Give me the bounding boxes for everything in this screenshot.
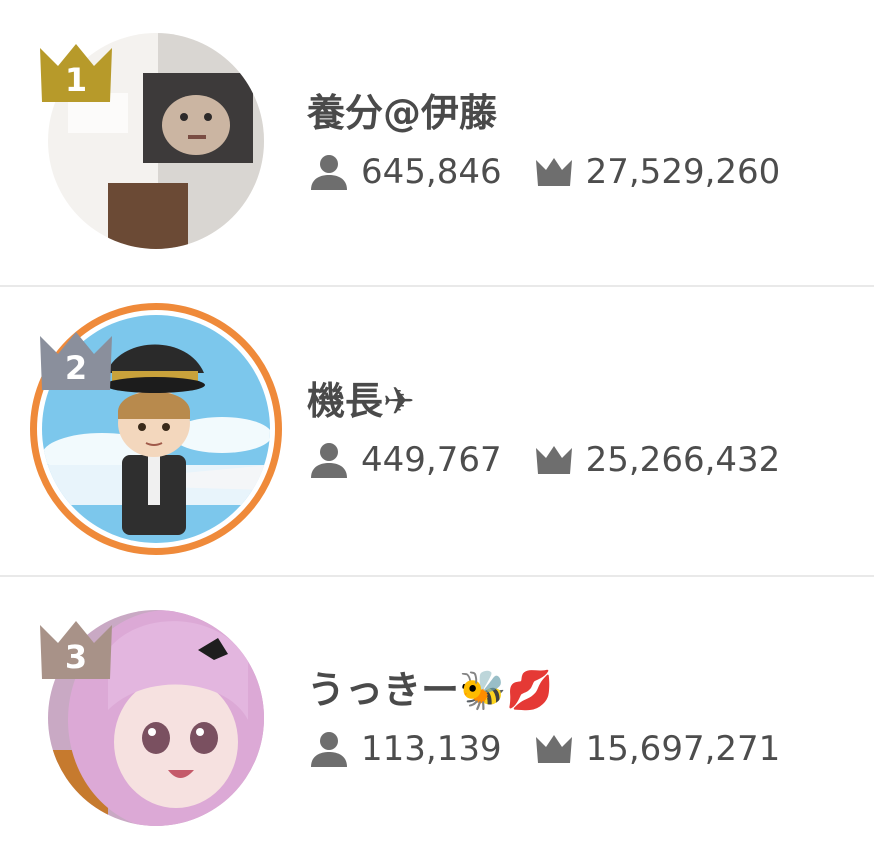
avatar-container: 3 (40, 610, 264, 826)
user-stats: 449,767 25,266,432 (307, 438, 780, 482)
rank-number: 3 (64, 638, 88, 676)
rank-number: 2 (64, 349, 88, 387)
ranking-row-1[interactable]: 1 養分@伊藤 645,846 27,529,260 (0, 0, 874, 288)
followers-count: 449,767 (361, 440, 502, 480)
person-icon (311, 155, 347, 190)
user-stats: 645,846 27,529,260 (307, 150, 780, 194)
rank-crown-gold: 1 (38, 40, 114, 102)
user-name[interactable]: 機長✈ (307, 370, 415, 425)
rank-crown-silver: 2 (38, 328, 114, 390)
points-count: 25,266,432 (585, 440, 781, 480)
crown-icon (535, 735, 572, 763)
ranking-list: 1 養分@伊藤 645,846 27,529,260 2 機長✈ 449,767… (0, 0, 874, 863)
ranking-row-3[interactable]: 3 うっきー🐝💋 113,139 15,697,271 (0, 577, 874, 863)
avatar-container: 1 (40, 33, 264, 249)
divider (0, 285, 874, 287)
person-icon (311, 443, 347, 478)
crown-icon (535, 446, 572, 474)
avatar-container: 2 (30, 303, 282, 555)
followers-count: 113,139 (361, 729, 502, 769)
user-name[interactable]: うっきー🐝💋 (307, 659, 554, 714)
followers-count: 645,846 (361, 152, 502, 192)
crown-icon (535, 158, 572, 186)
rank-number: 1 (64, 61, 88, 99)
user-stats: 113,139 15,697,271 (307, 727, 780, 771)
points-count: 15,697,271 (585, 729, 781, 769)
points-count: 27,529,260 (585, 152, 781, 192)
user-name[interactable]: 養分@伊藤 (307, 82, 497, 137)
rank-crown-bronze: 3 (38, 617, 114, 679)
ranking-row-2[interactable]: 2 機長✈ 449,767 25,266,432 (0, 288, 874, 576)
person-icon (311, 732, 347, 767)
